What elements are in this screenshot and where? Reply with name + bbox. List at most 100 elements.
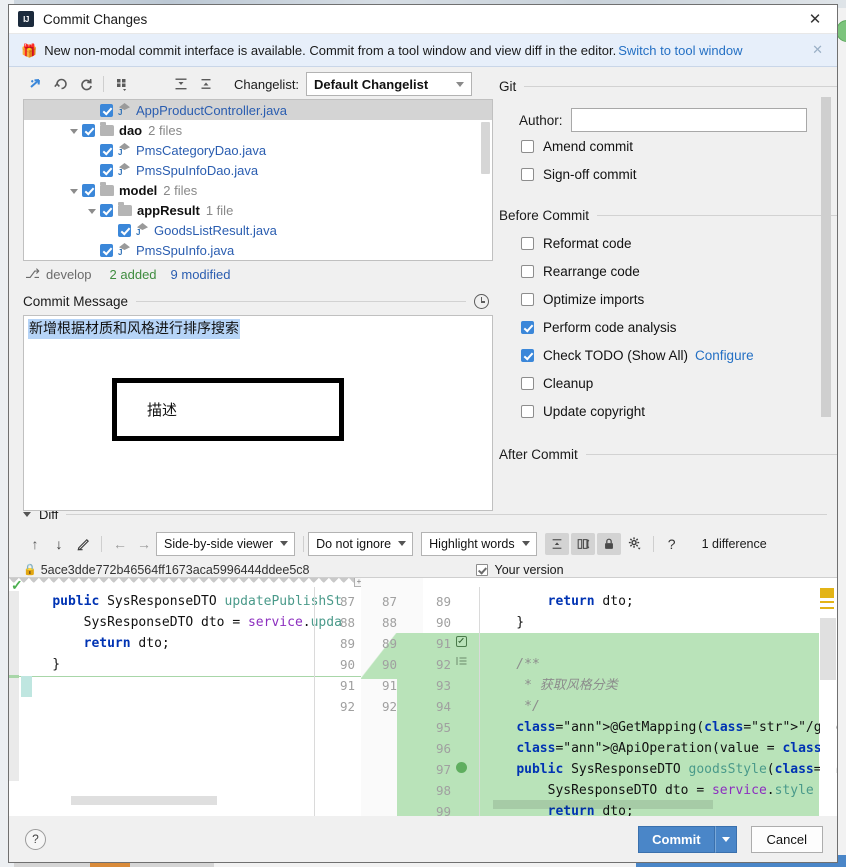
- expand-fragment-icon[interactable]: +: [354, 578, 361, 587]
- diff-right-pane[interactable]: 89 90 91 92 93 94 95 96 97 98 99 return dto; } /**…: [423, 578, 837, 816]
- refresh-glyph: [80, 78, 92, 91]
- before-commit-option-row[interactable]: Perform code analysis: [499, 313, 837, 341]
- diff-settings-gear-icon[interactable]: [623, 533, 647, 555]
- commit-dropdown-button[interactable]: [714, 825, 737, 853]
- ignore-mode-select[interactable]: Do not ignore: [308, 531, 414, 556]
- tree-row[interactable]: GoodsListResult.java: [24, 220, 492, 240]
- git-option-row[interactable]: Sign-off commit: [499, 160, 837, 188]
- tree-row[interactable]: appResult 1 file: [24, 200, 492, 220]
- revert-icon[interactable]: [48, 72, 73, 96]
- your-version-checkbox[interactable]: [475, 563, 488, 576]
- before-commit-option-row[interactable]: Cleanup: [499, 369, 837, 397]
- before-commit-option-row[interactable]: Optimize imports: [499, 285, 837, 313]
- synchronize-scroll-icon[interactable]: [570, 532, 595, 555]
- error-stripe-gutter[interactable]: [820, 588, 836, 816]
- before-commit-label: Reformat code: [543, 235, 632, 251]
- before-commit-checkbox[interactable]: [521, 236, 534, 250]
- file-checkbox[interactable]: [118, 223, 131, 237]
- cancel-button[interactable]: Cancel: [750, 825, 823, 853]
- file-checkbox[interactable]: [100, 143, 113, 157]
- diff-left-pane[interactable]: ✓ + public SysResponseDTO updatePublishS…: [9, 578, 361, 816]
- before-commit-checkbox[interactable]: [521, 320, 534, 334]
- git-checkbox[interactable]: [521, 139, 534, 153]
- next-difference-icon[interactable]: ↓: [47, 533, 71, 555]
- code-line: SysResponseDTO dto = service.style: [485, 783, 814, 798]
- web-endpoint-icon[interactable]: [456, 759, 474, 780]
- chevron-down-icon: [398, 541, 407, 547]
- git-checkbox[interactable]: [521, 167, 534, 181]
- switch-to-tool-window-link[interactable]: Switch to tool window: [618, 43, 742, 58]
- expand-all-icon[interactable]: [168, 72, 193, 96]
- refresh-icon[interactable]: [73, 72, 98, 96]
- line-number: 95: [435, 720, 451, 735]
- changelist-select[interactable]: Default Changelist: [306, 72, 473, 96]
- before-commit-checkbox[interactable]: [521, 264, 534, 278]
- changed-files-tree[interactable]: AppProductController.java dao 2 files PmsCa…: [23, 99, 493, 261]
- file-checkbox[interactable]: [82, 123, 95, 137]
- file-checkbox[interactable]: [100, 103, 113, 117]
- right-horizontal-scrollbar[interactable]: [493, 800, 713, 809]
- tree-expand-arrow-icon[interactable]: [70, 123, 80, 138]
- fold-block-icon[interactable]: [456, 654, 474, 675]
- move-to-another-changelist-icon[interactable]: [23, 72, 48, 96]
- before-commit-option-row[interactable]: Update copyright: [499, 397, 837, 425]
- tree-row[interactable]: PmsSpuInfo.java: [24, 240, 492, 260]
- accept-right-icon[interactable]: →: [132, 533, 156, 555]
- clock-icon[interactable]: [474, 293, 489, 309]
- accept-left-icon[interactable]: ←: [108, 533, 132, 555]
- line-number: 90: [435, 615, 451, 630]
- tree-vertical-scrollbar[interactable]: [481, 122, 490, 174]
- commit-message-text: 新增根据材质和风格进行排序搜索: [28, 319, 240, 339]
- banner-close-icon[interactable]: ✕: [804, 42, 831, 58]
- tree-expand-arrow-icon[interactable]: [70, 183, 80, 198]
- commit-message-input[interactable]: 新增根据材质和风格进行排序搜索 描述: [23, 315, 493, 511]
- line-number: 98: [435, 783, 451, 798]
- tree-row[interactable]: PmsCategoryDao.java: [24, 140, 492, 160]
- commit-changes-dialog: Commit Changes ✕ 🎁 New non-modal commit …: [8, 4, 838, 863]
- line-number: 92: [339, 699, 355, 714]
- revision-hash: 5ace3dde772b46564ff1673aca5996444ddee5c8: [40, 562, 310, 577]
- tree-row[interactable]: model 2 files: [24, 180, 492, 200]
- group-by-icon[interactable]: [109, 72, 134, 96]
- file-checkbox[interactable]: [100, 243, 113, 257]
- collapse-all-icon[interactable]: [193, 72, 218, 96]
- previous-difference-icon[interactable]: ↑: [23, 533, 47, 555]
- chevron-down-icon: [721, 836, 730, 842]
- file-checkbox[interactable]: [100, 163, 113, 177]
- viewer-mode-select[interactable]: Side-by-side viewer: [156, 531, 296, 556]
- before-commit-title: Before Commit: [499, 208, 590, 223]
- tree-row-label: PmsSpuInfo.java: [136, 242, 235, 258]
- file-checkbox[interactable]: [100, 203, 113, 217]
- file-checkbox[interactable]: [82, 183, 95, 197]
- before-commit-option-row[interactable]: Rearrange code: [499, 257, 837, 285]
- read-only-lock-icon[interactable]: [596, 532, 621, 555]
- before-commit-option-row[interactable]: Reformat code: [499, 229, 837, 257]
- before-commit-checkbox[interactable]: [521, 404, 534, 418]
- options-vertical-scrollbar[interactable]: [821, 97, 831, 417]
- accept-change-checkbox-icon[interactable]: [456, 633, 474, 654]
- added-count: 2 added: [109, 266, 157, 282]
- commit-button[interactable]: Commit: [638, 825, 715, 853]
- before-commit-checkbox[interactable]: [521, 376, 534, 390]
- close-icon[interactable]: ✕: [793, 5, 837, 33]
- before-commit-checkbox[interactable]: [521, 292, 534, 306]
- diff-collapse-icon[interactable]: [23, 512, 31, 518]
- tree-row[interactable]: PmsSpuInfoDao.java: [24, 160, 492, 180]
- before-commit-checkbox[interactable]: [521, 348, 534, 362]
- highlight-mode-select[interactable]: Highlight words: [421, 531, 537, 556]
- left-horizontal-scrollbar[interactable]: [71, 796, 217, 805]
- diff-help-icon[interactable]: ?: [660, 533, 684, 555]
- tree-expand-arrow-icon[interactable]: [88, 203, 98, 218]
- configure-link[interactable]: Configure: [695, 348, 754, 363]
- git-option-row[interactable]: Amend commit: [499, 132, 837, 160]
- tree-row[interactable]: AppProductController.java: [24, 100, 492, 120]
- author-input[interactable]: [570, 108, 807, 132]
- help-icon[interactable]: ?: [25, 828, 46, 850]
- tree-row[interactable]: dao 2 files: [24, 120, 492, 140]
- right-vertical-scrollbar-thumb[interactable]: [820, 618, 836, 680]
- before-commit-option-row[interactable]: Check TODO (Show All) Configure: [499, 341, 837, 369]
- line-number: 88: [381, 615, 397, 630]
- collapse-unchanged-fragments-icon[interactable]: [544, 532, 569, 555]
- edit-source-icon[interactable]: [71, 533, 95, 555]
- java-file-icon: [118, 143, 131, 157]
